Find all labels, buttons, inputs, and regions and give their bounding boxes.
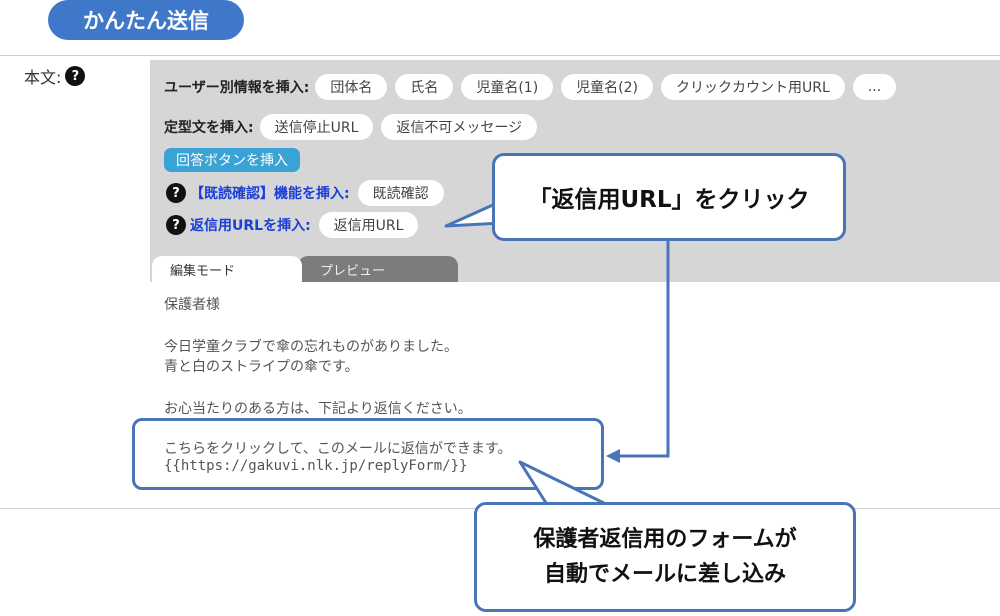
callout-line-2: 自動でメールに差し込み: [543, 562, 786, 587]
bottom-callout-tail: [518, 460, 612, 508]
callout-click-reply-url: 「返信用URL」をクリック: [492, 153, 846, 241]
connector-arrow-line: [620, 241, 670, 458]
callout-line-1: 保護者返信用のフォームが: [533, 526, 797, 552]
tab-edit-mode[interactable]: 編集モード: [152, 256, 302, 282]
callout-auto-insert: 保護者返信用のフォームが 自動でメールに差し込み: [474, 502, 856, 612]
connector-arrow-head: [606, 449, 620, 463]
